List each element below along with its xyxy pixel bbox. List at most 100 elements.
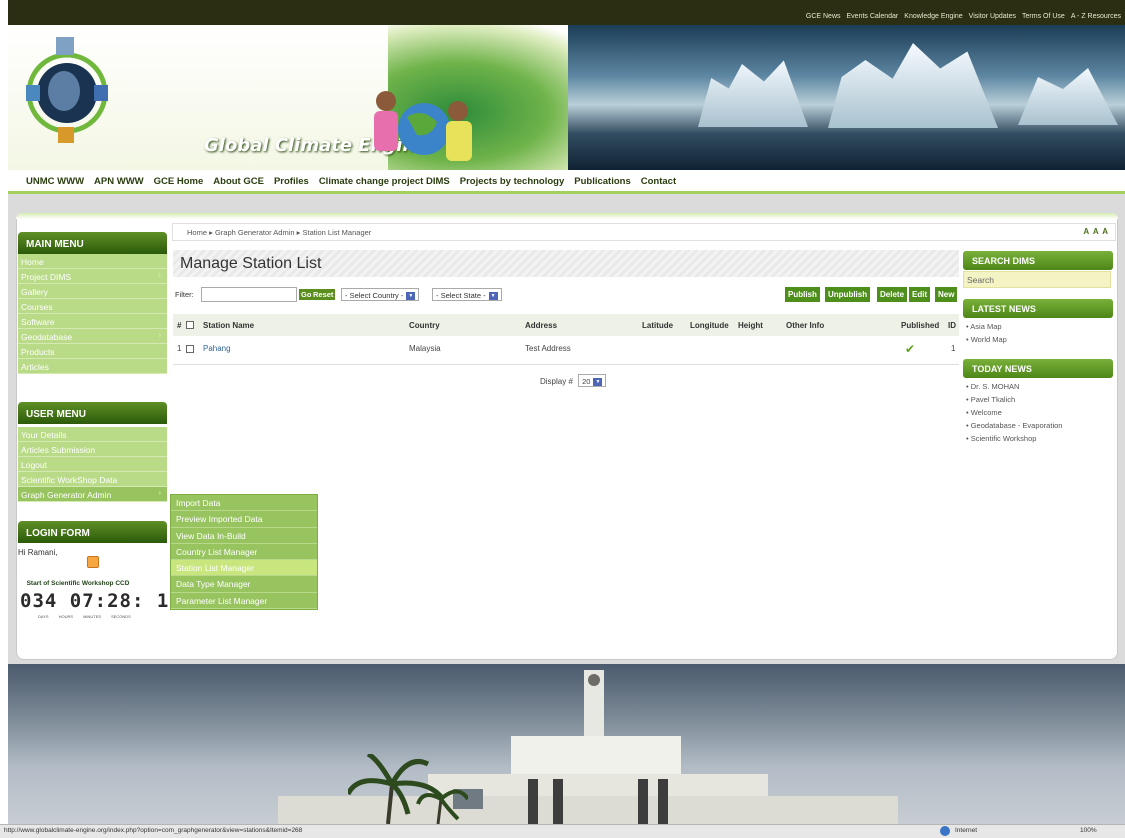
chevron-right-icon: ›	[158, 490, 161, 497]
menu-item-label: Logout	[21, 460, 47, 470]
row-num: 1	[177, 344, 182, 353]
select-all-checkbox[interactable]	[186, 321, 194, 329]
top-links: GCE News Events Calendar Knowledge Engin…	[806, 13, 1121, 20]
submenu-import-data[interactable]: Import Data	[171, 495, 317, 512]
col-id[interactable]: ID	[948, 321, 956, 330]
login-form-title: LOGIN FORM	[18, 521, 167, 543]
nav-projects-tech[interactable]: Projects by technology	[460, 176, 565, 187]
main-menu: Home Project DIMS › Gallery Courses Softw…	[18, 254, 167, 374]
page-title: Manage Station List	[173, 250, 959, 277]
nav-about[interactable]: About GCE	[213, 176, 264, 187]
latest-news-item: Asia Map	[970, 322, 1002, 331]
unpublish-button[interactable]: Unpublish	[825, 287, 871, 302]
countdown-unit-seconds: SECONDS	[111, 614, 131, 619]
menu-item-your-details[interactable]: Your Details	[18, 427, 167, 442]
menu-item-label: Home	[21, 257, 44, 267]
browser-status-bar: http://www.globalclimate-engine.org/inde…	[0, 824, 1125, 838]
today-news-item: Scientific Workshop	[970, 434, 1037, 443]
menu-item-products[interactable]: Products	[18, 344, 167, 359]
col-country[interactable]: Country	[409, 321, 440, 330]
chevron-right-icon: ›	[158, 332, 161, 339]
nav-apn[interactable]: APN WWW	[94, 176, 144, 187]
submenu-country-list[interactable]: Country List Manager	[171, 544, 317, 561]
reset-button[interactable]: Reset	[311, 289, 336, 300]
latest-news-title: LATEST NEWS	[963, 299, 1113, 318]
top-link-events[interactable]: Events Calendar	[847, 13, 899, 20]
display-select[interactable]: 20 ▼	[578, 374, 607, 387]
top-link-az[interactable]: A - Z Resources	[1071, 13, 1121, 20]
main-nav: UNMC WWW APN WWW GCE Home About GCE Prof…	[8, 170, 1125, 194]
list-item[interactable]: • Geodatabase - Evaporation	[966, 421, 1114, 434]
edit-button[interactable]: Edit	[909, 287, 931, 302]
col-address[interactable]: Address	[525, 321, 557, 330]
menu-item-logout[interactable]: Logout	[18, 457, 167, 472]
today-news-item: Geodatabase - Evaporation	[970, 421, 1063, 430]
submenu-preview-imported[interactable]: Preview Imported Data	[171, 511, 317, 528]
menu-item-label: Graph Generator Admin	[21, 490, 112, 500]
text-size-toggle[interactable]: A A A	[1083, 227, 1109, 236]
filter-input[interactable]	[201, 287, 297, 302]
menu-item-graph-generator-admin[interactable]: Graph Generator Admin ›	[18, 487, 167, 502]
zoom-level[interactable]: 100%	[1080, 827, 1097, 834]
list-item[interactable]: • Pavel Tkalich	[966, 395, 1114, 408]
breadcrumb-text[interactable]: Home ▸ Graph Generator Admin ▸ Station L…	[187, 228, 371, 237]
new-button[interactable]: New	[935, 287, 958, 302]
list-item[interactable]: • Scientific Workshop	[966, 434, 1114, 447]
col-station-name[interactable]: Station Name	[203, 321, 254, 330]
country-select[interactable]: - Select Country - ▼	[341, 288, 420, 301]
graph-admin-submenu: Import Data Preview Imported Data View D…	[170, 494, 318, 611]
status-zone: Internet	[955, 827, 978, 834]
gce-logo-icon[interactable]	[26, 33, 108, 145]
top-link-news[interactable]: GCE News	[806, 13, 841, 20]
menu-item-articles[interactable]: Articles	[18, 359, 167, 374]
menu-item-software[interactable]: Software	[18, 314, 167, 329]
col-latitude[interactable]: Latitude	[642, 321, 673, 330]
col-longitude[interactable]: Longitude	[690, 321, 729, 330]
top-link-visitor[interactable]: Visitor Updates	[969, 13, 1016, 20]
user-menu: Your Details Articles Submission Logout …	[18, 427, 167, 502]
submenu-parameter-list[interactable]: Parameter List Manager	[171, 593, 317, 610]
submenu-station-list[interactable]: Station List Manager	[171, 560, 317, 577]
breadcrumb: Home ▸ Graph Generator Admin ▸ Station L…	[172, 223, 1116, 241]
col-num: #	[177, 321, 182, 330]
row-id: 1	[951, 344, 956, 353]
latest-news-item: World Map	[970, 335, 1007, 344]
nav-publications[interactable]: Publications	[574, 176, 630, 187]
published-check-icon[interactable]: ✔	[905, 342, 915, 356]
menu-item-courses[interactable]: Courses	[18, 299, 167, 314]
col-other-info[interactable]: Other Info	[786, 321, 824, 330]
workshop-countdown-label: Start of Scientific Workshop CCD	[26, 580, 130, 587]
submenu-data-type[interactable]: Data Type Manager	[171, 576, 317, 593]
top-link-knowledge[interactable]: Knowledge Engine	[904, 13, 962, 20]
iceberg-photo	[568, 25, 1125, 170]
menu-item-home[interactable]: Home	[18, 254, 167, 269]
list-item[interactable]: • Welcome	[966, 408, 1114, 421]
menu-item-workshop-data[interactable]: Scientific WorkShop Data	[18, 472, 167, 487]
publish-button[interactable]: Publish	[785, 287, 820, 302]
user-menu-title: USER MENU	[18, 402, 167, 424]
menu-item-project-dims[interactable]: Project DIMS ›	[18, 269, 167, 284]
nav-unmc[interactable]: UNMC WWW	[26, 176, 84, 187]
menu-item-gallery[interactable]: Gallery	[18, 284, 167, 299]
list-item[interactable]: • World Map	[966, 335, 1114, 348]
user-icon[interactable]	[87, 556, 99, 568]
col-published[interactable]: Published	[901, 321, 939, 330]
delete-button[interactable]: Delete	[877, 287, 908, 302]
col-height[interactable]: Height	[738, 321, 763, 330]
nav-profiles[interactable]: Profiles	[274, 176, 309, 187]
list-item[interactable]: • Asia Map	[966, 322, 1114, 335]
submenu-view-data[interactable]: View Data In-Build	[171, 528, 317, 544]
menu-item-articles-submission[interactable]: Articles Submission	[18, 442, 167, 457]
top-link-terms[interactable]: Terms Of Use	[1022, 13, 1065, 20]
list-item[interactable]: • Dr. S. MOHAN	[966, 382, 1114, 395]
nav-gce-home[interactable]: GCE Home	[154, 176, 204, 187]
nav-contact[interactable]: Contact	[641, 176, 676, 187]
state-select[interactable]: - Select State - ▼	[432, 288, 502, 301]
today-news-item: Welcome	[970, 408, 1002, 417]
nav-climate-dims[interactable]: Climate change project DIMS	[319, 176, 450, 187]
row-station-name[interactable]: Pahang	[203, 344, 231, 353]
menu-item-geodatabase[interactable]: Geodatabase ›	[18, 329, 167, 344]
dropdown-arrow-icon: ▼	[593, 378, 603, 387]
search-input[interactable]: Search	[963, 271, 1111, 288]
row-checkbox[interactable]	[186, 345, 194, 353]
